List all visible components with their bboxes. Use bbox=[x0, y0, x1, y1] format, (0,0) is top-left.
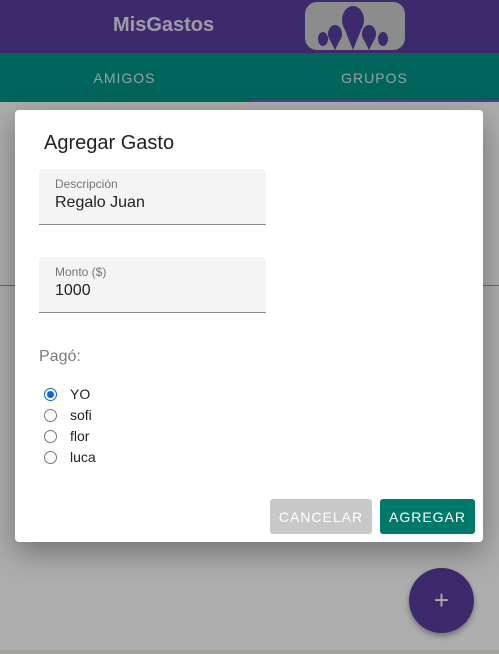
paid-by-option-flor[interactable]: flor bbox=[44, 427, 89, 445]
add-expense-dialog: Agregar Gasto Descripción Regalo Juan Mo… bbox=[15, 110, 483, 542]
radio-luca[interactable] bbox=[44, 450, 57, 464]
paid-by-option-sofi[interactable]: sofi bbox=[44, 406, 92, 424]
description-label: Descripción bbox=[55, 177, 118, 191]
radio-flor[interactable] bbox=[44, 429, 57, 443]
amount-label: Monto ($) bbox=[55, 265, 107, 279]
description-field[interactable]: Descripción Regalo Juan bbox=[39, 169, 266, 225]
amount-field[interactable]: Monto ($) 1000 bbox=[39, 257, 266, 313]
cancel-button[interactable]: CANCELAR bbox=[270, 499, 372, 534]
radio-label: flor bbox=[70, 428, 90, 444]
radio-label: YO bbox=[70, 386, 91, 402]
radio-yo[interactable] bbox=[44, 387, 57, 401]
paid-by-label: Pagó: bbox=[39, 348, 81, 365]
paid-by-option-yo[interactable]: YO bbox=[44, 385, 90, 403]
paid-by-option-luca[interactable]: luca bbox=[44, 448, 96, 466]
dialog-title: Agregar Gasto bbox=[44, 132, 175, 154]
amount-value[interactable]: 1000 bbox=[55, 282, 91, 300]
radio-label: sofi bbox=[70, 407, 92, 423]
radio-label: luca bbox=[70, 449, 96, 465]
radio-sofi[interactable] bbox=[44, 408, 57, 422]
description-value[interactable]: Regalo Juan bbox=[55, 194, 145, 212]
agregar-button[interactable]: AGREGAR bbox=[380, 499, 475, 534]
